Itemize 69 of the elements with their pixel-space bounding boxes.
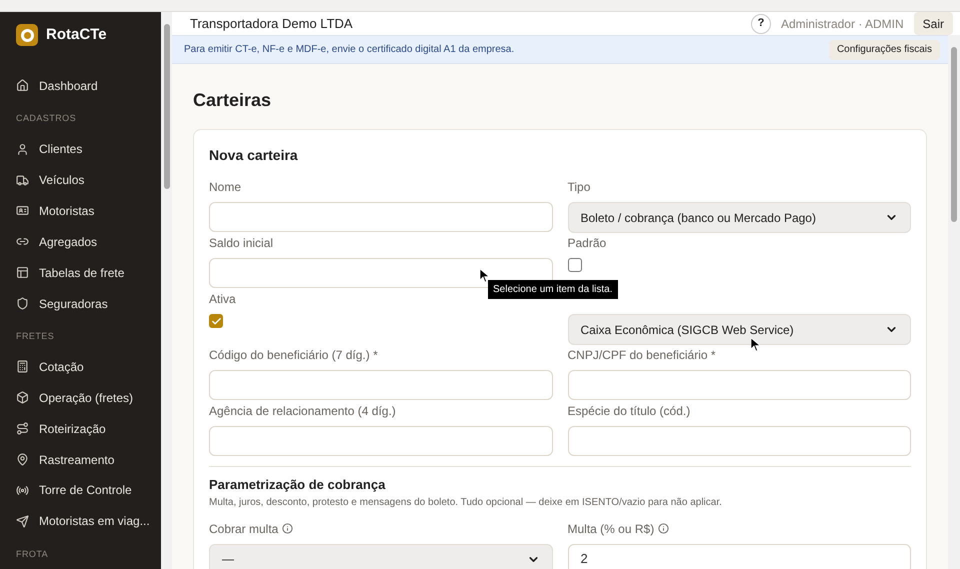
tooltip: Selecione um item da lista. xyxy=(488,280,618,299)
table-icon xyxy=(16,266,29,280)
paper-plane-icon xyxy=(16,514,29,528)
truck-icon xyxy=(16,174,29,187)
section-title: Parametrização de cobrança xyxy=(209,476,386,494)
mouse-cursor-icon xyxy=(751,338,760,351)
shield-icon xyxy=(16,297,29,310)
card-title: Nova carteira xyxy=(209,146,299,165)
scrollbar-thumb[interactable] xyxy=(951,47,957,222)
field-label: Nome xyxy=(209,179,242,196)
logo-icon xyxy=(16,24,38,46)
fiscal-settings-button[interactable]: Configurações fiscais xyxy=(828,40,940,60)
section-heading: FROTA xyxy=(16,548,50,561)
sidebar-item[interactable]: Dashboard xyxy=(16,70,145,102)
page-title: Carteiras xyxy=(193,89,272,112)
field-label: Espécie do título (cód.) xyxy=(568,403,690,420)
sidebar-item[interactable]: Tabelas de frete xyxy=(16,257,145,288)
id-card-icon xyxy=(16,204,29,218)
mouse-cursor-icon xyxy=(480,269,489,282)
company-name: Transportadora Demo LTDA xyxy=(190,14,353,33)
input-field[interactable] xyxy=(568,370,911,400)
checkbox[interactable] xyxy=(209,314,223,328)
map-pin-icon xyxy=(16,453,29,466)
field-label: Padrão xyxy=(568,235,606,252)
select-field[interactable]: Caixa Econômica (SIGCB Web Service) xyxy=(568,314,911,345)
help-button[interactable]: ? xyxy=(750,14,771,34)
field-label: Agência de relacionamento (4 díg.) xyxy=(209,403,396,420)
section-heading: CADASTROS xyxy=(16,112,78,126)
logout-button[interactable]: Sair xyxy=(914,12,953,35)
select-field[interactable]: — xyxy=(209,544,552,569)
field-label: Código do beneficiário (7 díg.) * xyxy=(209,347,378,364)
section-description: Multa, juros, desconto, protesto e mensagens do boleto. Tudo opcional — deixe em ISENTO/vazio para não aplicar. xyxy=(209,496,723,510)
select-field[interactable]: Boleto / cobrança (banco ou Mercado Pago) xyxy=(568,202,911,233)
broadcast-icon xyxy=(16,484,29,497)
sidebar-item[interactable]: Cotação xyxy=(16,351,145,382)
input-field[interactable]: 2 xyxy=(568,544,911,569)
route-icon xyxy=(16,422,29,436)
sidebar-item[interactable]: Clientes xyxy=(16,134,145,165)
scrollbar-thumb[interactable] xyxy=(164,24,170,189)
input-field[interactable] xyxy=(209,370,552,400)
checkbox[interactable] xyxy=(568,258,582,272)
banner-text: Para emitir CT-e, NF-e e MDF-e, envie o certificado digital A1 da empresa. xyxy=(184,43,514,57)
user-icon xyxy=(16,142,29,156)
sidebar-item[interactable]: Seguradoras xyxy=(16,288,145,320)
sidebar-item[interactable]: Agregados xyxy=(16,226,145,258)
field-label: Multa (% ou R$) xyxy=(568,520,654,538)
check-icon xyxy=(210,316,222,326)
sidebar-item[interactable]: Rastreamento xyxy=(16,444,145,475)
home-icon xyxy=(16,79,29,92)
input-field[interactable] xyxy=(568,426,911,456)
section-heading: FRETES xyxy=(16,330,56,343)
sidebar-item[interactable]: Motoristas xyxy=(16,195,145,226)
sidebar-item[interactable]: Torre de Controle xyxy=(16,474,145,506)
field-label: Tipo xyxy=(568,179,590,196)
brand-name: RotaCTe xyxy=(46,25,107,45)
user-label: Administrador · ADMIN xyxy=(780,16,904,32)
info-icon[interactable] xyxy=(282,523,294,534)
box-icon xyxy=(16,391,29,404)
input-field[interactable] xyxy=(209,426,552,456)
field-label: Ativa xyxy=(209,291,236,308)
sidebar-item[interactable]: Roteirização xyxy=(16,413,145,444)
sidebar-item[interactable]: Operação (fretes) xyxy=(16,382,145,414)
field-label: Saldo inicial xyxy=(209,235,274,252)
calculator-icon xyxy=(16,360,29,374)
info-icon[interactable] xyxy=(658,523,670,534)
field-label: Cobrar multa xyxy=(209,520,278,538)
sidebar-item[interactable]: Veículos xyxy=(16,164,145,196)
input-field[interactable] xyxy=(209,202,552,232)
field-label: CNPJ/CPF do beneficiário * xyxy=(568,347,716,364)
